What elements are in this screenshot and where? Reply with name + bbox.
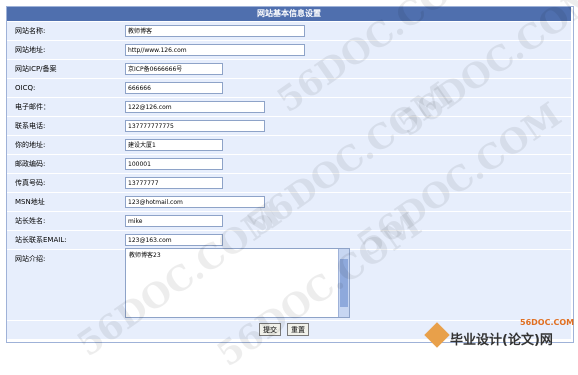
logo-text: 毕业设计(论文)网 — [450, 333, 553, 348]
msn-field[interactable]: 123@hotmail.com — [125, 196, 265, 208]
label-postcode: 邮政编码: — [15, 160, 46, 168]
postcode-field[interactable]: 100001 — [125, 158, 223, 170]
label-email: 电子邮件： — [15, 103, 50, 111]
email-field[interactable]: 122@126.com — [125, 101, 265, 113]
label-site-url: 网站地址: — [15, 46, 46, 54]
label-oicq: OICQ: — [15, 84, 36, 92]
row-site-name: 网站名称: 教师博客 — [7, 22, 571, 41]
intro-text: 教师博客23 — [129, 252, 161, 259]
label-site-name: 网站名称: — [15, 27, 46, 35]
label-admin-email: 站长联系EMAIL: — [15, 236, 67, 244]
label-phone: 联系电话: — [15, 122, 46, 130]
label-address: 你的地址: — [15, 141, 46, 149]
label-fax: 传真号码: — [15, 179, 46, 187]
oicq-field[interactable]: 666666 — [125, 82, 223, 94]
icp-field[interactable]: 京ICP备0666666号 — [125, 63, 223, 75]
page-title: 网站基本信息设置 — [7, 7, 571, 21]
label-icp: 网站ICP/备案 — [15, 65, 57, 73]
phone-field[interactable]: 137777777775 — [125, 120, 265, 132]
site-url-field[interactable]: http//www.126.com — [125, 44, 305, 56]
site-logo: 56DOC.COM 毕业设计(论文)网 — [424, 318, 578, 356]
fax-field[interactable]: 13777777 — [125, 177, 223, 189]
site-name-field[interactable]: 教师博客 — [125, 25, 305, 37]
admin-name-field[interactable]: mike — [125, 215, 223, 227]
address-field[interactable]: 建设大厦1 — [125, 139, 223, 151]
logo-emblem-icon — [424, 322, 450, 348]
label-msn: MSN地址 — [15, 198, 45, 206]
label-admin-name: 站长姓名: — [15, 217, 46, 225]
logo-domain: 56DOC.COM — [520, 318, 575, 327]
row-phone: 联系电话: 137777777775 — [7, 117, 571, 136]
label-intro: 网站介绍: — [15, 255, 46, 263]
